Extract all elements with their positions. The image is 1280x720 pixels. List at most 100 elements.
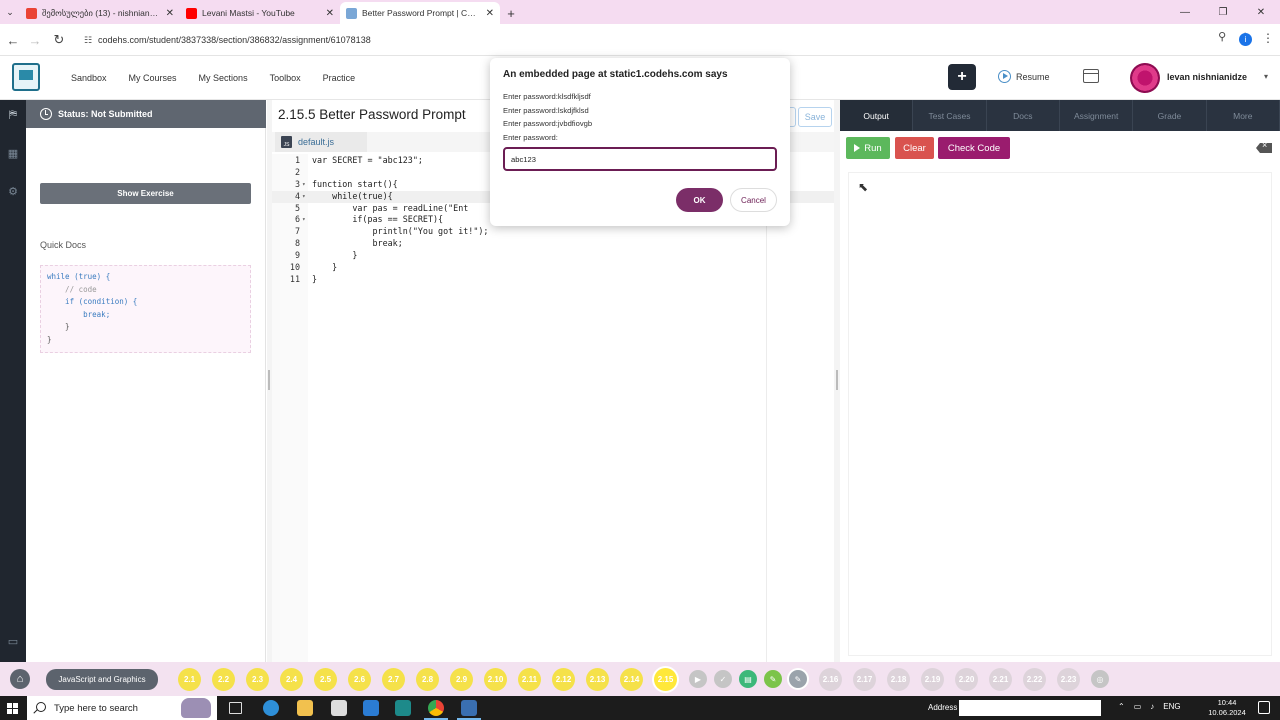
pencil-icon[interactable]: ✎ <box>789 670 807 688</box>
address-toolbar-input[interactable] <box>959 700 1101 716</box>
lesson-2.12[interactable]: 2.12 <box>552 668 575 691</box>
video-icon[interactable]: ▶ <box>689 670 707 688</box>
code-line[interactable]: 10 } <box>272 262 834 274</box>
app-icon[interactable] <box>395 700 411 716</box>
lesson-2.20[interactable]: 2.20 <box>955 668 978 691</box>
lesson-2.4[interactable]: 2.4 <box>280 668 303 691</box>
tab-output[interactable]: Output <box>840 100 914 131</box>
settings-icon[interactable]: ⚙ <box>5 185 21 199</box>
user-name[interactable]: levan nishnianidze <box>1167 72 1247 82</box>
avatar[interactable] <box>1130 63 1160 93</box>
store-icon[interactable] <box>331 700 347 716</box>
lesson-2.18[interactable]: 2.18 <box>887 668 910 691</box>
check-code-button[interactable]: Check Code <box>938 137 1010 159</box>
tab-test-cases[interactable]: Test Cases <box>913 100 987 131</box>
file-explorer-icon[interactable] <box>297 700 313 716</box>
taskbar-search[interactable]: Type here to search <box>27 696 217 720</box>
badge-icon[interactable]: ◎ <box>1091 670 1109 688</box>
fold-arrow-icon[interactable]: ▾ <box>302 191 306 203</box>
lesson-2.3[interactable]: 2.3 <box>246 668 269 691</box>
pencil-icon[interactable]: ✎ <box>764 670 782 688</box>
course-button[interactable]: JavaScript and Graphics <box>46 669 158 690</box>
nav-item-my-courses[interactable]: My Courses <box>118 73 188 83</box>
url-bar[interactable]: ☷ codehs.com/student/3837338/section/386… <box>78 28 1228 52</box>
language-indicator[interactable]: ENG <box>1163 702 1180 711</box>
doc-icon[interactable]: ▤ <box>739 670 757 688</box>
fold-arrow-icon[interactable]: ▾ <box>302 179 306 191</box>
tray-chevron-icon[interactable]: ⌃ <box>1118 702 1125 711</box>
volume-icon[interactable]: ♪ <box>1150 702 1154 711</box>
lesson-2.13[interactable]: 2.13 <box>586 668 609 691</box>
fold-arrow-icon[interactable]: ▾ <box>302 214 306 226</box>
lesson-2.6[interactable]: 2.6 <box>348 668 371 691</box>
close-tab-icon[interactable]: ✕ <box>486 8 494 19</box>
password-input[interactable]: abc123 <box>503 147 777 171</box>
network-icon[interactable]: ▭ <box>1134 702 1142 711</box>
lesson-2.17[interactable]: 2.17 <box>853 668 876 691</box>
windows-start-icon[interactable] <box>7 703 18 714</box>
remote-desktop-icon[interactable] <box>457 700 481 720</box>
lesson-2.5[interactable]: 2.5 <box>314 668 337 691</box>
file-tab-default-js[interactable]: JS default.js <box>275 132 367 152</box>
lesson-2.19[interactable]: 2.19 <box>921 668 944 691</box>
zoom-icon[interactable]: ⚲ <box>1218 30 1226 43</box>
forward-icon[interactable]: → <box>22 27 48 53</box>
taskbar-clock[interactable]: 10:44 10.06.2024 <box>1205 698 1249 718</box>
code-line[interactable]: 9 } <box>272 250 834 262</box>
home-icon[interactable]: ⌂ <box>10 669 30 689</box>
lesson-2.14[interactable]: 2.14 <box>620 668 643 691</box>
task-view-icon[interactable] <box>229 702 242 714</box>
clear-console-icon[interactable] <box>1256 143 1272 153</box>
notifications-icon[interactable] <box>1258 701 1270 714</box>
lesson-2.22[interactable]: 2.22 <box>1023 668 1046 691</box>
tab-more[interactable]: More <box>1207 100 1280 131</box>
close-window-icon[interactable]: ✕ <box>1242 0 1280 24</box>
map-icon[interactable]: ⛿ <box>5 109 21 123</box>
tab-assignment[interactable]: Assignment <box>1060 100 1134 131</box>
code-line[interactable]: 8 break; <box>272 238 834 250</box>
browser-tab[interactable]: შემოსულები (13) - nishnianidze ✕ <box>20 2 180 24</box>
mail-icon[interactable] <box>363 700 379 716</box>
code-line[interactable]: 11} <box>272 274 834 286</box>
site-info-icon[interactable]: ☷ <box>78 35 98 46</box>
reload-icon[interactable]: ↻ <box>46 27 72 53</box>
run-button[interactable]: Run <box>846 137 890 159</box>
minimize-icon[interactable]: — <box>1166 0 1204 24</box>
chevron-down-icon[interactable]: ▾ <box>1264 72 1268 81</box>
editor-toolbar-button[interactable] <box>790 107 796 127</box>
resume-button[interactable]: Resume <box>998 70 1050 83</box>
browser-menu-icon[interactable]: ⋮ <box>1262 31 1274 45</box>
ok-button[interactable]: OK <box>676 188 723 212</box>
lesson-2.7[interactable]: 2.7 <box>382 668 405 691</box>
calendar-icon[interactable]: ▦ <box>5 147 21 161</box>
browser-profile-icon[interactable]: i <box>1239 33 1252 46</box>
quiz-icon[interactable]: ✓ <box>714 670 732 688</box>
tab-docs[interactable]: Docs <box>987 100 1060 131</box>
lesson-2.16[interactable]: 2.16 <box>819 668 842 691</box>
nav-item-sandbox[interactable]: Sandbox <box>60 73 118 83</box>
layout-icon[interactable] <box>1083 69 1099 83</box>
lesson-2.21[interactable]: 2.21 <box>989 668 1012 691</box>
close-tab-icon[interactable]: ✕ <box>326 8 334 19</box>
cancel-button[interactable]: Cancel <box>730 188 777 212</box>
create-button[interactable]: + <box>948 64 976 90</box>
tab-search-icon[interactable]: ⌄ <box>0 0 20 24</box>
lesson-2.23[interactable]: 2.23 <box>1057 668 1080 691</box>
new-tab-button[interactable]: + <box>500 2 522 24</box>
lesson-2.2[interactable]: 2.2 <box>212 668 235 691</box>
browser-tab[interactable]: Better Password Prompt | CodeHS ✕ <box>340 2 500 24</box>
nav-item-my-sections[interactable]: My Sections <box>188 73 259 83</box>
clear-button[interactable]: Clear <box>895 137 934 159</box>
lesson-2.1[interactable]: 2.1 <box>178 668 201 691</box>
lesson-2.10[interactable]: 2.10 <box>484 668 507 691</box>
chrome-icon[interactable] <box>424 700 448 720</box>
edge-icon[interactable] <box>263 700 279 716</box>
lesson-2.11[interactable]: 2.11 <box>518 668 541 691</box>
browser-tab[interactable]: Levani Mastsi - YouTube ✕ <box>180 2 340 24</box>
console-output[interactable] <box>848 172 1272 656</box>
tab-grade[interactable]: Grade <box>1133 100 1207 131</box>
save-button[interactable]: Save <box>798 107 832 127</box>
lesson-current[interactable]: 2.15 <box>654 668 677 691</box>
maximize-icon[interactable]: ❐ <box>1204 0 1242 24</box>
code-line[interactable]: 7 println("You got it!"); <box>272 226 834 238</box>
